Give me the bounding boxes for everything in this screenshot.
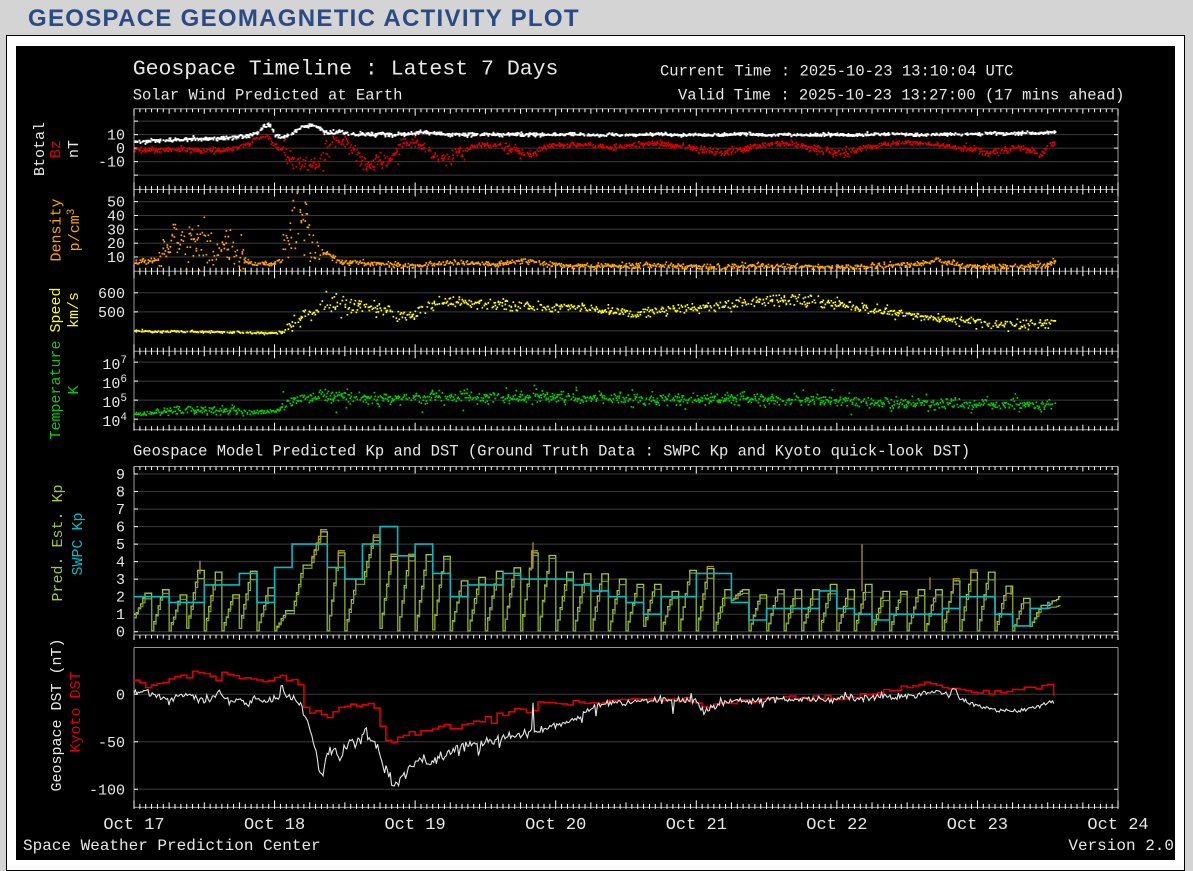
svg-text:10: 10 — [107, 250, 125, 267]
svg-text:3: 3 — [116, 572, 125, 589]
svg-text:Oct 21: Oct 21 — [666, 816, 727, 835]
svg-text:6: 6 — [116, 520, 125, 537]
svg-text:Oct 19: Oct 19 — [384, 816, 445, 835]
svg-text:-10: -10 — [98, 155, 125, 172]
svg-text:Oct 22: Oct 22 — [806, 816, 867, 835]
svg-text:Geospace Model Predicted Kp an: Geospace Model Predicted Kp and DST (Gro… — [133, 443, 970, 461]
svg-text:Density: Density — [48, 198, 65, 261]
svg-text:9: 9 — [116, 467, 125, 484]
svg-text:Bz: Bz — [48, 140, 65, 158]
svg-text:Speed: Speed — [48, 287, 65, 332]
svg-text:500: 500 — [98, 305, 125, 322]
svg-text:SWPC Kp: SWPC Kp — [70, 512, 87, 575]
svg-text:600: 600 — [98, 286, 125, 303]
svg-text:Btotal: Btotal — [32, 122, 49, 176]
svg-text:Pred. Est. Kp: Pred. Est. Kp — [50, 484, 67, 601]
svg-text:nT: nT — [66, 140, 83, 158]
svg-text:Valid Time : 2025-10-23 13:27:: Valid Time : 2025-10-23 13:27:00 (17 min… — [678, 87, 1124, 105]
svg-text:107: 107 — [102, 355, 127, 374]
svg-text:-100: -100 — [89, 782, 125, 799]
svg-text:-50: -50 — [98, 735, 125, 752]
svg-text:4: 4 — [116, 555, 125, 572]
svg-text:Temperature: Temperature — [48, 340, 65, 439]
svg-text:104: 104 — [102, 412, 127, 431]
svg-text:Oct 23: Oct 23 — [947, 816, 1008, 835]
svg-text:Oct 17: Oct 17 — [103, 816, 164, 835]
svg-text:Oct 20: Oct 20 — [525, 816, 586, 835]
svg-text:p/cm3: p/cm3 — [66, 209, 84, 252]
svg-text:Oct 18: Oct 18 — [244, 816, 305, 835]
svg-text:Geospace DST (nT): Geospace DST (nT) — [49, 638, 66, 791]
svg-text:5: 5 — [116, 537, 125, 554]
svg-text:0: 0 — [116, 687, 125, 704]
svg-text:105: 105 — [102, 393, 127, 412]
svg-text:0: 0 — [116, 625, 125, 642]
svg-text:Geospace Timeline : Latest 7 D: Geospace Timeline : Latest 7 Days — [133, 58, 559, 82]
svg-text:106: 106 — [102, 374, 127, 393]
svg-text:Kyoto DST: Kyoto DST — [68, 671, 85, 752]
svg-text:K: K — [66, 385, 83, 394]
svg-text:2: 2 — [116, 590, 125, 607]
svg-text:Oct 24: Oct 24 — [1087, 816, 1148, 835]
svg-text:Solar Wind Predicted at Earth: Solar Wind Predicted at Earth — [133, 87, 403, 105]
svg-text:km/s: km/s — [66, 292, 83, 328]
svg-text:Version 2.0: Version 2.0 — [1068, 837, 1174, 855]
svg-text:Current Time : 2025-10-23 13:1: Current Time : 2025-10-23 13:10:04 UTC — [660, 63, 1013, 81]
svg-text:Space Weather Prediction Cente: Space Weather Prediction Center — [23, 837, 321, 855]
svg-text:1: 1 — [116, 607, 125, 624]
svg-text:7: 7 — [116, 502, 125, 519]
svg-text:8: 8 — [116, 485, 125, 502]
